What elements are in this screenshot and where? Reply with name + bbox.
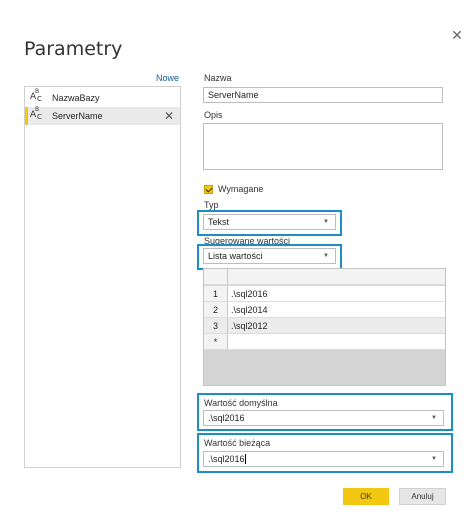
parameter-item-servername[interactable]: ABC ServerName ✕: [25, 106, 180, 125]
chevron-down-icon: ▼: [431, 456, 437, 462]
row-value[interactable]: .\sql2016: [228, 286, 445, 302]
chevron-down-icon: ▼: [323, 253, 329, 259]
text-cursor: [244, 454, 246, 465]
ok-button[interactable]: OK: [343, 488, 389, 505]
default-value-label: Wartość domyślna: [204, 398, 278, 408]
current-value-label: Wartość bieżąca: [204, 438, 271, 448]
row-value[interactable]: [228, 334, 445, 350]
values-table-header: [204, 269, 445, 285]
required-row: Wymagane: [204, 184, 263, 194]
type-label: Typ: [204, 200, 219, 210]
default-value-dropdown[interactable]: .\sql2016 ▼: [203, 410, 444, 426]
table-row-new[interactable]: *: [204, 334, 445, 350]
required-label: Wymagane: [218, 184, 264, 194]
table-row[interactable]: 1 .\sql2016: [204, 286, 445, 302]
default-value-value: .\sql2016: [208, 413, 245, 423]
row-number: 1: [204, 286, 228, 302]
chevron-down-icon: ▼: [323, 219, 329, 225]
row-number: 3: [204, 318, 228, 334]
table-row[interactable]: 2 .\sql2014: [204, 302, 445, 318]
type-dropdown-value: Tekst: [208, 217, 230, 227]
table-row[interactable]: 3 .\sql2012: [204, 318, 445, 334]
parameter-item-label: NazwaBazy: [52, 93, 100, 103]
parameter-item-nazwabazy[interactable]: ABC NazwaBazy: [25, 88, 180, 107]
name-label: Nazwa: [204, 73, 232, 83]
current-value-text-wrap: .\sql2016: [208, 454, 246, 465]
type-dropdown[interactable]: Tekst ▼: [203, 214, 336, 230]
description-label: Opis: [204, 110, 223, 120]
current-value-value: .\sql2016: [208, 453, 245, 464]
current-value-dropdown[interactable]: .\sql2016 ▼: [203, 451, 444, 467]
dialog-title: Parametry: [24, 38, 123, 60]
delete-parameter-icon[interactable]: ✕: [164, 109, 174, 123]
row-value[interactable]: .\sql2014: [228, 302, 445, 318]
cancel-button[interactable]: Anuluj: [399, 488, 446, 505]
parameter-item-label: ServerName: [52, 111, 103, 121]
close-icon[interactable]: ✕: [450, 28, 464, 42]
description-textarea[interactable]: [203, 123, 443, 170]
abc-text-icon: ABC: [30, 88, 42, 103]
suggested-values-value: Lista wartości: [208, 251, 263, 261]
parameter-list: ABC NazwaBazy ABC ServerName ✕: [24, 86, 181, 468]
required-checkbox[interactable]: [204, 184, 213, 194]
suggested-values-dropdown[interactable]: Lista wartości ▼: [203, 248, 336, 264]
new-parameter-link[interactable]: Nowe: [156, 73, 179, 83]
abc-text-icon: ABC: [30, 106, 42, 121]
values-table: 1 .\sql2016 2 .\sql2014 3 .\sql2012 *: [203, 268, 446, 386]
chevron-down-icon: ▼: [431, 415, 437, 421]
row-number: *: [204, 334, 228, 350]
name-input[interactable]: ServerName: [203, 87, 443, 103]
row-number: 2: [204, 302, 228, 318]
row-value[interactable]: .\sql2012: [228, 318, 445, 334]
